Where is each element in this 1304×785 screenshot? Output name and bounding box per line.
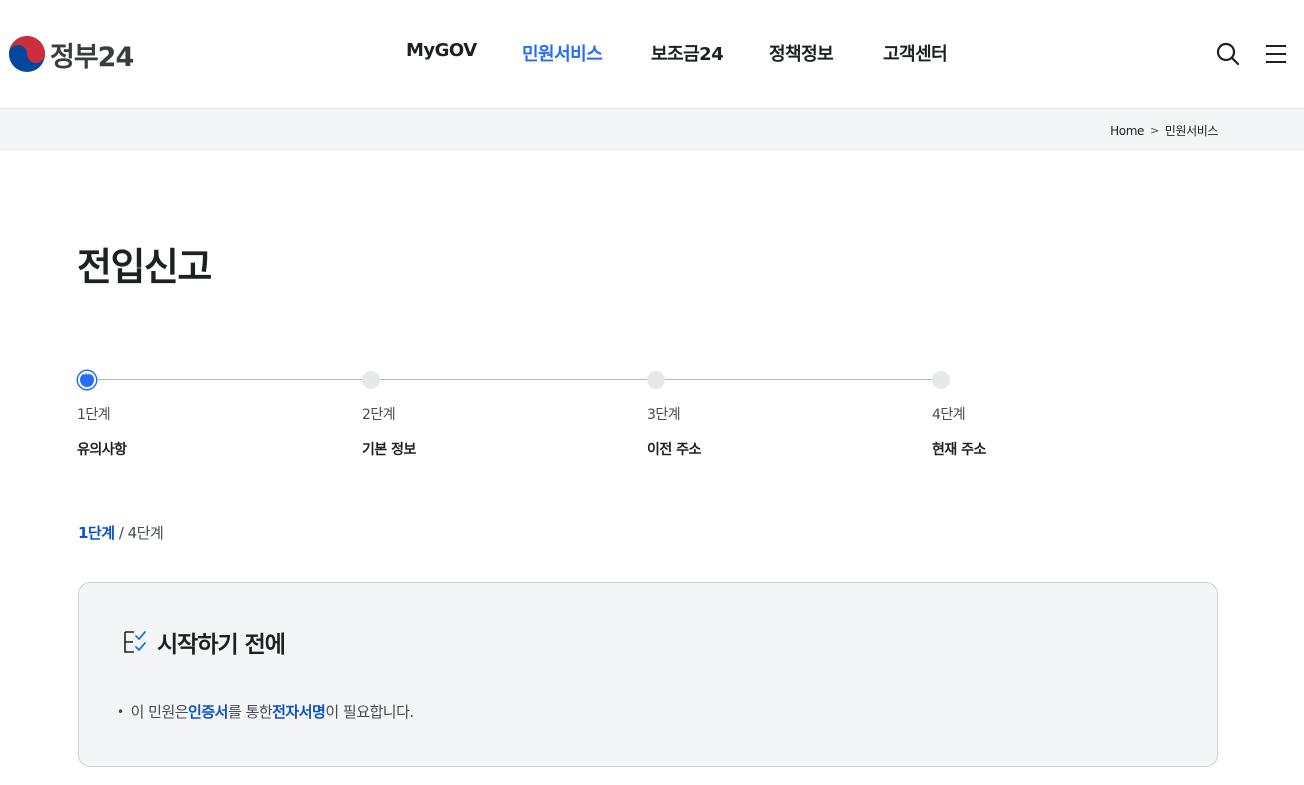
step-1-dot — [78, 369, 96, 389]
notice-box: 시작하기 전에 • 이 민원은 인증서 를 통한 전자서명 이 필요합니다. — [78, 582, 1218, 767]
step-2-dot — [362, 371, 380, 389]
step-3-dot — [647, 371, 665, 389]
step-connector — [95, 379, 362, 380]
site-header: 정부24 MyGOV 민원서비스 보조금24 정책정보 고객센터 — [0, 0, 1304, 109]
breadcrumb: Home > 민원서비스 — [1110, 122, 1218, 139]
main-nav: MyGOV 민원서비스 보조금24 정책정보 고객센터 — [0, 40, 1304, 68]
step-4-name: 현재 주소 — [932, 442, 986, 458]
step-counter-current: 1단계 — [78, 524, 115, 542]
page-title: 전입신고 — [77, 245, 212, 289]
step-3-number: 3단계 — [647, 407, 681, 423]
notice-text-part: 이 민원은 — [130, 703, 189, 721]
chevron-right-icon: > — [1149, 124, 1159, 137]
nav-civil-service[interactable]: 민원서비스 — [522, 40, 603, 66]
breadcrumb-bar: Home > 민원서비스 — [0, 109, 1304, 150]
notice-header: 시작하기 전에 — [121, 625, 286, 659]
nav-subsidy24[interactable]: 보조금24 — [651, 40, 724, 66]
step-4-number: 4단계 — [932, 407, 966, 423]
notice-highlight-e-signature: 전자서명 — [272, 703, 326, 721]
step-1-name: 유의사항 — [77, 442, 127, 458]
step-counter-total: 4단계 — [127, 524, 164, 542]
step-connector — [665, 379, 932, 380]
nav-mygov[interactable]: MyGOV — [406, 40, 477, 61]
breadcrumb-home[interactable]: Home — [1110, 124, 1144, 138]
step-4-dot — [932, 371, 950, 389]
step-connector — [380, 379, 647, 380]
notice-text-part: 를 통한 — [227, 703, 273, 721]
step-2-number: 2단계 — [362, 407, 396, 423]
step-counter: 1단계 / 4단계 — [78, 522, 164, 543]
notice-highlight-certificate: 인증서 — [188, 703, 228, 721]
notice-text-part: 이 필요합니다. — [325, 703, 414, 721]
bullet-icon: • — [117, 704, 124, 719]
step-1-number: 1단계 — [77, 407, 111, 423]
menu-icon[interactable] — [1263, 41, 1289, 67]
step-3-name: 이전 주소 — [647, 442, 701, 458]
checklist-icon — [124, 631, 146, 653]
search-icon[interactable] — [1215, 41, 1241, 67]
breadcrumb-current[interactable]: 민원서비스 — [1165, 122, 1219, 139]
step-counter-separator: / — [114, 524, 128, 542]
step-2-name: 기본 정보 — [362, 442, 416, 458]
nav-customer-center[interactable]: 고객센터 — [883, 40, 948, 66]
notice-item: • 이 민원은 인증서 를 통한 전자서명 이 필요합니다. — [117, 701, 414, 722]
step-indicator: 1단계 2단계 3단계 4단계 유의사항 기본 정보 이전 주소 현재 주소 — [77, 369, 1217, 470]
notice-title: 시작하기 전에 — [157, 632, 286, 658]
nav-policy-info[interactable]: 정책정보 — [769, 40, 834, 66]
